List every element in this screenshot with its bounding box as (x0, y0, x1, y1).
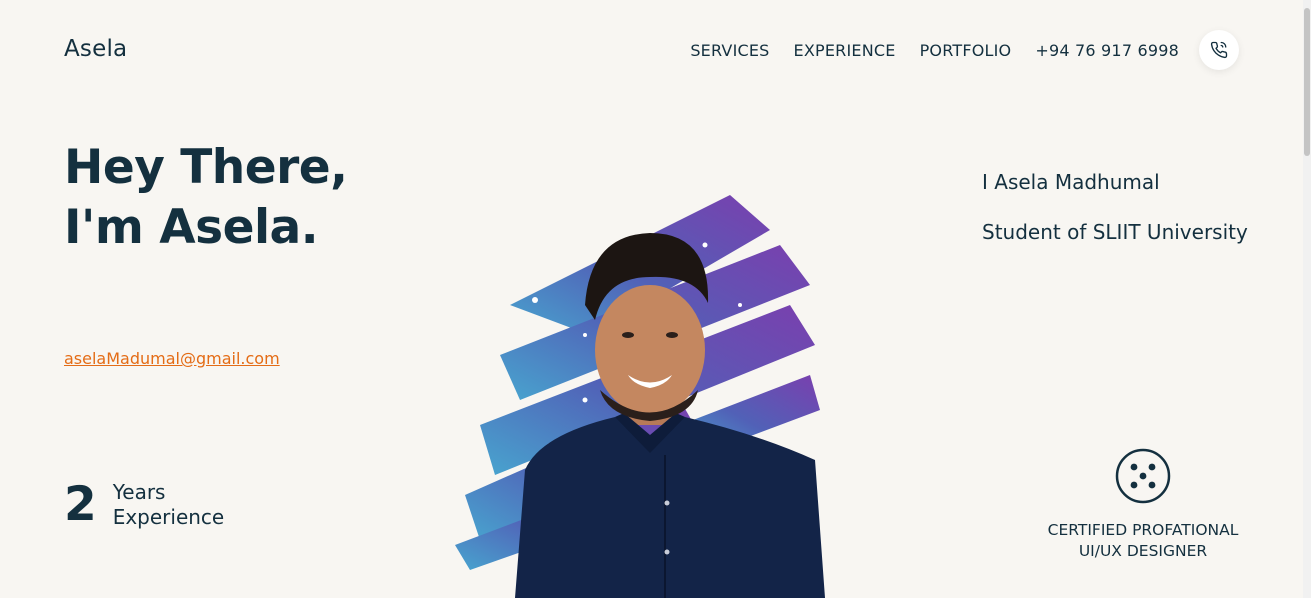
profile-portrait-image (455, 195, 825, 598)
email-link[interactable]: aselaMadumal@gmail.com (64, 349, 280, 368)
nav-experience-link[interactable]: EXPERIENCE (794, 41, 896, 60)
call-button[interactable] (1199, 30, 1239, 70)
experience-label-line2: Experience (112, 505, 225, 529)
hero-heading-line1: Hey There, (64, 140, 348, 195)
intro-block: I Asela Madhumal Student of SLIIT Univer… (982, 157, 1248, 257)
page-scrollbar[interactable] (1303, 0, 1311, 598)
intro-name: I Asela Madhumal (982, 170, 1160, 194)
experience-stat: 2 Years Experience (64, 480, 224, 530)
dice-five-icon (1115, 448, 1171, 504)
site-logo[interactable]: Asela (64, 36, 127, 62)
certification-line1: CERTIFIED PROFATIONAL (1047, 521, 1239, 539)
main-nav: SERVICES EXPERIENCE PORTFOLIO +94 76 917… (690, 41, 1179, 60)
hero-heading: Hey There, I'm Asela. (64, 138, 348, 258)
hero-heading-line2: I'm Asela. (64, 200, 319, 255)
nav-services-link[interactable]: SERVICES (690, 41, 769, 60)
nav-phone-link[interactable]: +94 76 917 6998 (1035, 41, 1179, 60)
phone-call-icon (1210, 41, 1228, 59)
experience-years-number: 2 (64, 477, 97, 532)
certification-line2: UI/UX DESIGNER (1078, 542, 1208, 560)
experience-label-line1: Years (112, 480, 166, 504)
experience-years-label: Years Experience (113, 480, 225, 530)
certification-label: CERTIFIED PROFATIONAL UI/UX DESIGNER (1030, 520, 1256, 562)
scrollbar-thumb[interactable] (1304, 8, 1310, 156)
intro-role: Student of SLIIT University (982, 220, 1248, 244)
nav-portfolio-link[interactable]: PORTFOLIO (920, 41, 1012, 60)
